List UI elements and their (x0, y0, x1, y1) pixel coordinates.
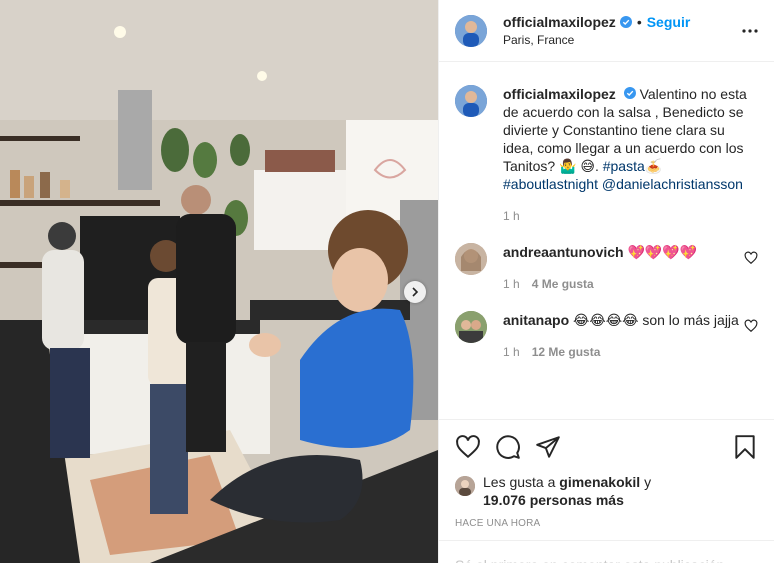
likes-prefix: Les gusta a (483, 474, 556, 490)
mention-link[interactable]: @danielachristiansson (602, 176, 743, 192)
kitchen-scene-image (0, 0, 438, 563)
comment-username[interactable]: anitanapo (503, 312, 569, 328)
avatar[interactable] (455, 311, 487, 343)
likes-user[interactable]: gimenakokil (559, 474, 640, 490)
avatar[interactable] (455, 85, 487, 117)
bookmark-icon[interactable] (732, 434, 758, 460)
comment-item: anitanapo 😂😂😂😂 son lo más jajja 1 h 12 M… (455, 311, 758, 361)
post-side-panel: officialmaxilopez • Seguir Paris, France… (438, 0, 774, 563)
post-caption: officialmaxilopez Valentino no esta de a… (455, 63, 758, 225)
heart-icon[interactable] (455, 434, 481, 460)
share-icon[interactable] (535, 434, 561, 460)
verified-badge-icon (623, 87, 636, 99)
comment-text: 💖💖💖💖 (627, 244, 698, 260)
ellipsis-icon (742, 28, 758, 33)
caption-time[interactable]: 1 h (503, 207, 758, 225)
add-comment-field[interactable]: Sé el primero en comentar esta publicaci… (439, 540, 774, 563)
likes-joiner: y (644, 474, 652, 490)
post-actions-bar (439, 419, 774, 473)
comment-username[interactable]: andreaantunovich (503, 244, 624, 260)
post-timestamp[interactable]: Hace una hora (455, 518, 540, 529)
avatar[interactable] (455, 476, 475, 496)
avatar[interactable] (455, 14, 487, 47)
comment-item: andreaantunovich 💖💖💖💖 1 h 4 Me gusta (455, 243, 758, 293)
caption-username[interactable]: officialmaxilopez (503, 86, 616, 102)
carousel-next-button[interactable] (404, 281, 426, 303)
post-username[interactable]: officialmaxilopez (503, 14, 616, 30)
post-photo[interactable] (0, 0, 438, 563)
separator-dot: • (636, 14, 642, 30)
post-location[interactable]: Paris, France (503, 33, 740, 47)
likes-count[interactable]: 19.076 personas más (483, 492, 624, 508)
comment-text: 😂😂😂😂 son lo más jajja (573, 312, 739, 328)
post-header: officialmaxilopez • Seguir Paris, France (439, 0, 774, 62)
likes-summary: Les gusta a gimenakokil y 19.076 persona… (455, 473, 758, 509)
avatar[interactable] (455, 243, 487, 275)
comment-likes[interactable]: 4 Me gusta (532, 275, 594, 293)
comment-time[interactable]: 1 h (503, 275, 520, 293)
comment-icon[interactable] (495, 434, 521, 460)
follow-button[interactable]: Seguir (647, 14, 691, 30)
comment-like-heart-icon[interactable] (744, 251, 758, 265)
comment-time[interactable]: 1 h (503, 343, 520, 361)
verified-badge-icon (619, 16, 632, 28)
hashtag-link[interactable]: #aboutlastnight (503, 176, 598, 192)
more-options-button[interactable] (740, 21, 760, 41)
caption-emoji: 🍝 (644, 158, 663, 174)
comment-likes[interactable]: 12 Me gusta (532, 343, 601, 361)
comments-list[interactable]: officialmaxilopez Valentino no esta de a… (439, 63, 774, 419)
chevron-right-icon (412, 287, 419, 297)
hashtag-link[interactable]: #pasta (603, 158, 645, 174)
comment-like-heart-icon[interactable] (744, 319, 758, 333)
